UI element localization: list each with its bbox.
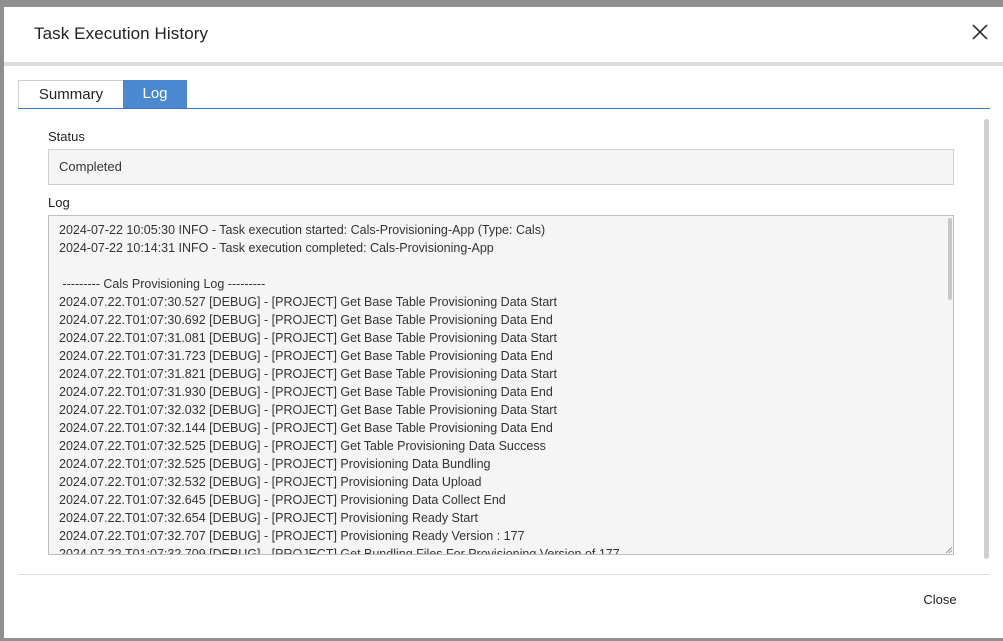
log-line: 2024.07.22.T01:07:32.532 [DEBUG] - [PROJ… [59,475,482,489]
log-line: 2024.07.22.T01:07:31.081 [DEBUG] - [PROJ… [59,331,557,345]
log-line: --------- Cals Provisioning Log --------… [59,277,266,291]
log-line: 2024.07.22.T01:07:30.527 [DEBUG] - [PROJ… [59,295,557,309]
dialog-scrollbar-thumb[interactable] [984,119,989,559]
tab-summary[interactable]: Summary [18,80,124,108]
close-icon[interactable] [969,21,991,43]
close-icon-graphic [972,24,988,40]
log-line: 2024.07.22.T01:07:32.525 [DEBUG] - [PROJ… [59,457,491,471]
log-label: Log [48,195,70,210]
footer-divider [18,574,990,575]
log-line: 2024.07.22.T01:07:31.930 [DEBUG] - [PROJ… [59,385,553,399]
dialog-header: Task Execution History [4,7,1003,66]
log-line: 2024-07-22 10:14:31 INFO - Task executio… [59,241,494,255]
dialog-title: Task Execution History [34,24,209,43]
log-line: 2024.07.22.T01:07:31.821 [DEBUG] - [PROJ… [59,367,557,381]
log-line: 2024.07.22.T01:07:30.692 [DEBUG] - [PROJ… [59,313,553,327]
log-line: 2024.07.22.T01:07:32.645 [DEBUG] - [PROJ… [59,493,506,507]
log-content: 2024-07-22 10:05:30 INFO - Task executio… [59,221,937,555]
log-scrollbar-thumb[interactable] [948,218,952,300]
log-line: 2024-07-22 10:05:30 INFO - Task executio… [59,223,546,237]
log-line: 2024.07.22.T01:07:32.144 [DEBUG] - [PROJ… [59,421,553,435]
log-scrollbar[interactable] [947,216,953,554]
log-textarea[interactable]: 2024-07-22 10:05:30 INFO - Task executio… [48,215,954,555]
task-history-dialog: Task Execution History Summary Log Statu… [4,7,1003,638]
log-line: 2024.07.22.T01:07:32.709 [DEBUG] - [PROJ… [59,547,620,555]
log-line: 2024.07.22.T01:07:32.032 [DEBUG] - [PROJ… [59,403,557,417]
close-button[interactable]: Close [910,589,970,611]
resize-grip-icon[interactable] [946,547,952,553]
log-line: 2024.07.22.T01:07:32.525 [DEBUG] - [PROJ… [59,439,546,453]
tab-bar: Summary Log [18,80,990,109]
log-line: 2024.07.22.T01:07:31.723 [DEBUG] - [PROJ… [59,349,553,363]
status-field: Completed [48,149,954,185]
dialog-scrollbar[interactable] [984,117,990,563]
log-line: 2024.07.22.T01:07:32.654 [DEBUG] - [PROJ… [59,511,478,525]
tab-content: Status Completed Log 2024-07-22 10:05:30… [18,117,990,563]
log-line: 2024.07.22.T01:07:32.707 [DEBUG] - [PROJ… [59,529,525,543]
status-label: Status [48,129,85,144]
tab-log[interactable]: Log [123,80,187,108]
